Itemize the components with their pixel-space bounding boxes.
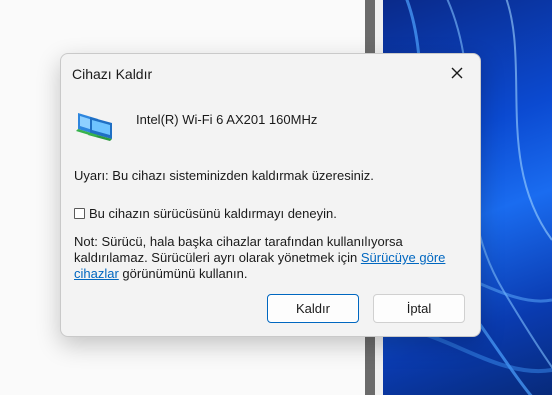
note-text-before-link: Not: Sürücü, hala başka cihazlar tarafın… — [74, 234, 403, 265]
device-name: Intel(R) Wi-Fi 6 AX201 160MHz — [136, 112, 318, 127]
network-adapter-icon — [76, 107, 116, 148]
dialog-title: Cihazı Kaldır — [72, 66, 153, 82]
note-text-after-link: görünümünü kullanın. — [118, 266, 248, 281]
remove-driver-checkbox[interactable] — [74, 208, 85, 219]
uninstall-button[interactable]: Kaldır — [267, 294, 359, 323]
uninstall-device-dialog: Cihazı Kaldır Intel(R) Wi-Fi 6 AX201 160… — [60, 53, 481, 337]
note-text: Not: Sürücü, hala başka cihazlar tarafın… — [74, 234, 464, 282]
cancel-button[interactable]: İptal — [373, 294, 465, 323]
close-icon[interactable] — [448, 64, 466, 82]
remove-driver-checkbox-row[interactable]: Bu cihazın sürücüsünü kaldırmayı deneyin… — [74, 206, 337, 221]
warning-text: Uyarı: Bu cihazı sisteminizden kaldırmak… — [74, 168, 374, 183]
remove-driver-checkbox-label: Bu cihazın sürücüsünü kaldırmayı deneyin… — [89, 206, 337, 221]
